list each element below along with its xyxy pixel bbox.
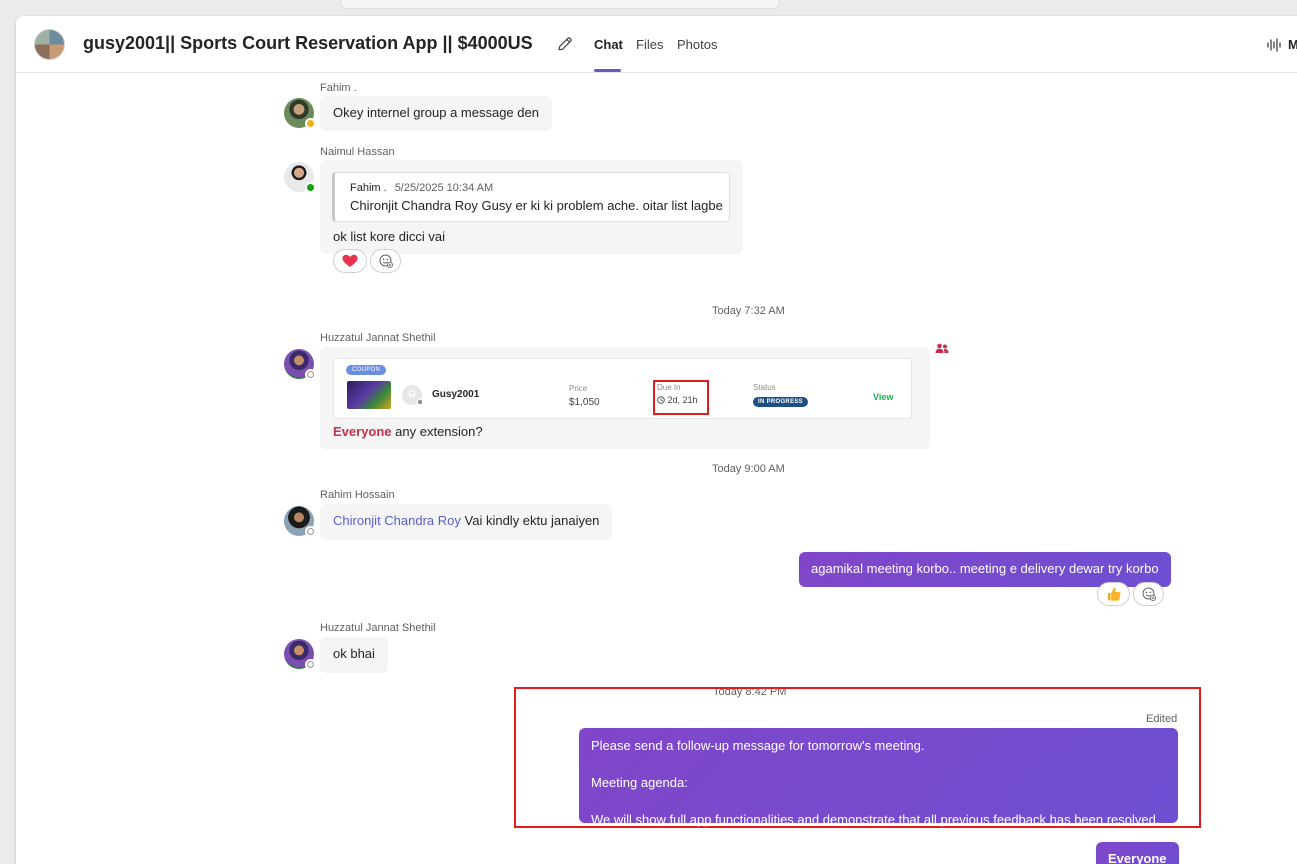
my-message-bubble[interactable]: Everyone (1096, 842, 1179, 864)
pencil-icon[interactable] (556, 35, 574, 53)
active-tab-indicator (594, 69, 621, 72)
avatar[interactable] (284, 349, 316, 380)
add-emoji-icon (379, 254, 393, 268)
add-emoji-icon (1142, 587, 1156, 601)
message-text: Everyone any extension? (333, 424, 483, 439)
available-status-icon (305, 182, 316, 193)
sender-name: Huzzatul Jannat Shethil (320, 332, 436, 344)
chat-header: gusy2001|| Sports Court Reservation App … (16, 16, 1297, 73)
group-mention-icon (935, 343, 949, 353)
view-link[interactable]: View (873, 392, 893, 402)
message-text: Vai kindly ektu janaiyen (460, 513, 600, 528)
seller-status-dot (417, 399, 423, 405)
heart-icon (342, 254, 358, 267)
coupon-badge: COUPON (346, 365, 387, 375)
message-list[interactable]: Fahim . Okey internel group a message de… (16, 73, 1297, 864)
status-label: Status (753, 383, 776, 392)
message-line: We will show full app functionalities an… (591, 812, 1160, 827)
add-reaction-button[interactable] (370, 249, 401, 273)
tab-chat[interactable]: Chat (594, 37, 623, 52)
add-reaction-button[interactable] (1133, 582, 1164, 606)
quote-timestamp: 5/25/2025 10:34 AM (394, 182, 494, 194)
offline-status-icon (305, 526, 316, 537)
message-line: Please send a follow-up message for tomo… (591, 738, 925, 753)
quote-text: Chironjit Chandra Roy Gusy er ki ki prob… (350, 198, 723, 213)
message-line: Meeting agenda: (591, 775, 688, 790)
user-mention[interactable]: Chironjit Chandra Roy (333, 513, 461, 528)
tab-files[interactable]: Files (636, 37, 663, 52)
message-text: agamikal meeting korbo.. meeting e deliv… (811, 561, 1159, 576)
tab-photos[interactable]: Photos (677, 37, 717, 52)
group-avatar[interactable] (34, 29, 65, 60)
offline-status-icon (305, 659, 316, 670)
sender-name: Huzzatul Jannat Shethil (320, 622, 436, 634)
seller-name: Gusy2001 (432, 389, 480, 400)
message-bubble[interactable]: Okey internel group a message den (320, 96, 552, 131)
meet-button-label[interactable]: M (1288, 37, 1297, 52)
message-bubble[interactable]: Fahim . 5/25/2025 10:34 AM Chironjit Chan… (320, 160, 743, 254)
message-bubble[interactable]: ok bhai (320, 637, 388, 673)
message-bubble[interactable]: Chironjit Chandra Roy Vai kindly ektu ja… (320, 504, 613, 540)
avatar[interactable] (284, 98, 316, 129)
audio-wave-icon[interactable] (1266, 38, 1282, 52)
price-value: $1,050 (569, 397, 600, 408)
my-message-bubble[interactable]: Please send a follow-up message for tomo… (579, 728, 1178, 827)
heart-reaction[interactable] (333, 249, 367, 273)
message-text: Okey internel group a message den (333, 105, 539, 120)
avatar[interactable] (284, 506, 316, 537)
price-label: Price (569, 384, 588, 393)
due-highlight-box (653, 380, 709, 415)
quoted-reply[interactable]: Fahim . 5/25/2025 10:34 AM Chironjit Chan… (332, 172, 730, 222)
thumbs-up-icon (1107, 587, 1121, 601)
message-text: ok bhai (333, 646, 375, 661)
message-bubble[interactable]: COUPON G Gusy2001 Price $1,050 Due In 2d… (320, 347, 930, 449)
chat-window: gusy2001|| Sports Court Reservation App … (16, 16, 1297, 864)
date-divider: Today 7:32 AM (712, 305, 785, 317)
message-text: Everyone (1108, 851, 1167, 864)
date-divider: Today 9:00 AM (712, 463, 785, 475)
project-thumbnail (347, 381, 391, 409)
thumbs-up-reaction[interactable] (1097, 582, 1130, 606)
browser-top-strip (340, 0, 780, 9)
sender-name: Naimul Hassan (320, 146, 395, 158)
everyone-mention[interactable]: Everyone (333, 424, 392, 439)
avatar[interactable] (284, 162, 316, 193)
order-card[interactable]: COUPON G Gusy2001 Price $1,050 Due In 2d… (333, 358, 912, 419)
avatar[interactable] (284, 639, 316, 670)
status-badge: IN PROGRESS (753, 397, 808, 407)
message-text: ok list kore dicci vai (333, 229, 445, 244)
sender-name: Rahim Hossain (320, 489, 395, 501)
offline-status-icon (305, 369, 316, 380)
chat-title: gusy2001|| Sports Court Reservation App … (83, 33, 533, 53)
away-status-icon (305, 118, 316, 129)
quote-author: Fahim . (350, 182, 387, 194)
message-text-body: any extension? (391, 424, 483, 439)
edited-label: Edited (1146, 713, 1178, 725)
sender-name: Fahim . (320, 82, 357, 94)
